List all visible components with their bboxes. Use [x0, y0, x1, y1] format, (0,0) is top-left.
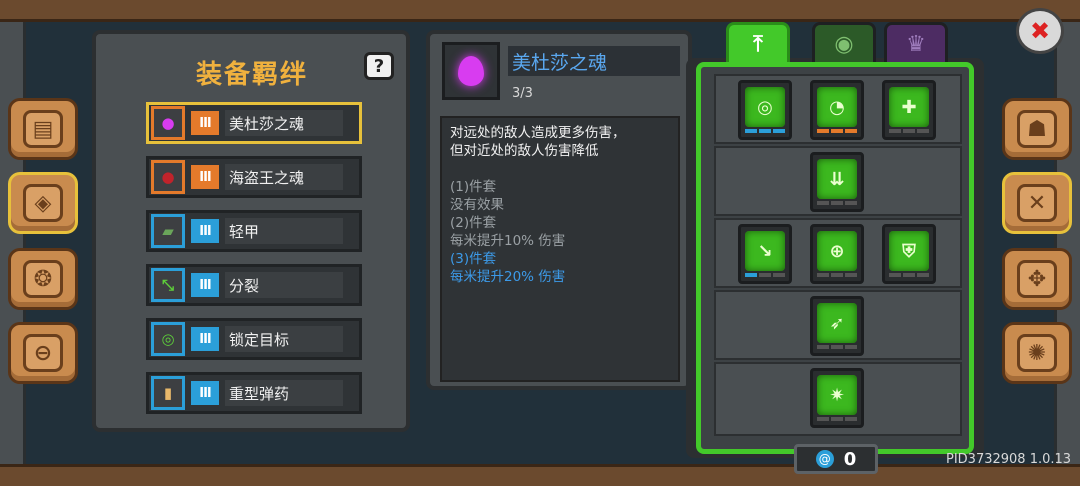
bond-description: 对远处的敌人造成更多伤害， 但对近处的敌人伤害降低 (1)件套 没有效果 (2)…: [440, 116, 680, 382]
tier-label: (1)件套: [450, 179, 497, 195]
tab-parts[interactable]: ❂: [8, 248, 78, 310]
heavy-ammo-icon: ▮: [151, 376, 185, 410]
ring-target-icon: ◎: [745, 87, 785, 127]
bond-label: 轻甲: [225, 218, 343, 244]
tab-compass[interactable]: ✥: [1002, 248, 1072, 310]
helmet-icon: ☗: [1017, 110, 1057, 148]
skill-node[interactable]: ✷: [810, 368, 864, 428]
bond-item[interactable]: ▰ III 轻甲: [146, 210, 362, 252]
skill-node[interactable]: ➶: [810, 296, 864, 356]
bond-label: 海盗王之魂: [225, 164, 343, 190]
compass-icon: ✥: [1017, 260, 1057, 298]
version-label: PID3732908 1.0.13: [946, 452, 1072, 467]
skill-node[interactable]: ◔: [810, 80, 864, 140]
desc-line: 对远处的敌人造成更多伤害，: [450, 125, 626, 141]
bond-label: 美杜莎之魂: [225, 110, 343, 136]
tier-effect: 没有效果: [450, 197, 504, 213]
bond-tier-bars: III: [191, 111, 219, 135]
radar-sweep-icon: ◔: [817, 87, 857, 127]
gear-star-icon: ✷: [817, 375, 857, 415]
tab-eye[interactable]: ◉: [812, 22, 876, 66]
tab-weapons[interactable]: ✕: [1002, 172, 1072, 234]
split-arrows-icon: ⤡: [151, 268, 185, 302]
bond-tier-bars: III: [191, 219, 219, 243]
skill-node[interactable]: ⛨: [882, 224, 936, 284]
soul-flame-icon: [442, 42, 500, 100]
bond-label: 重型弹药: [225, 380, 343, 406]
turret-aim-icon: ⊕: [817, 231, 857, 271]
bond-item[interactable]: ⤡ III 分裂: [146, 264, 362, 306]
skill-node[interactable]: ✚: [882, 80, 936, 140]
gem-count: 0: [843, 448, 857, 470]
bond-name: 美杜莎之魂: [508, 46, 680, 76]
plus-heal-icon: ✚: [889, 87, 929, 127]
ground-burst-icon: ⇊: [817, 159, 857, 199]
pirate-soul-icon: ●: [151, 160, 185, 194]
light-armor-icon: ▰: [151, 214, 185, 248]
top-frame: [0, 0, 1080, 22]
tab-helmet[interactable]: ☗: [1002, 98, 1072, 160]
bond-tier-bars: III: [191, 327, 219, 351]
steering-icon: ⊖: [23, 334, 63, 372]
tab-bow[interactable]: ⤒: [726, 22, 790, 66]
tier-effect: 每米提升20% 伤害: [450, 269, 566, 285]
bond-label: 分裂: [225, 272, 343, 298]
swords-icon: ✕: [1017, 184, 1057, 222]
crown-icon: ♛: [906, 31, 926, 57]
book-icon: ▤: [23, 110, 63, 148]
bonds-title: 装备羁绊: [196, 60, 309, 90]
skill-node[interactable]: ⇊: [810, 152, 864, 212]
bonds-panel: 装备羁绊 ? ● III 美杜莎之魂 ● III 海盗王之魂 ▰ III 轻甲 …: [92, 30, 410, 432]
crosshair-icon: ◎: [151, 322, 185, 356]
gem-counter: @ 0: [794, 444, 878, 474]
gear-icon: ✺: [1017, 334, 1057, 372]
tab-vehicle[interactable]: ⊖: [8, 322, 78, 384]
desc-line: 但对近处的敌人伤害降低: [450, 143, 599, 159]
tier-label: (3)件套: [450, 251, 497, 267]
skill-node[interactable]: ⊕: [810, 224, 864, 284]
skill-node[interactable]: ◎: [738, 80, 792, 140]
eye-icon: ◉: [834, 31, 854, 57]
bond-item[interactable]: ◎ III 锁定目标: [146, 318, 362, 360]
tab-crown[interactable]: ♛: [884, 22, 948, 66]
close-icon: ✖: [1029, 17, 1051, 45]
map-scroll-icon: ◈: [23, 184, 63, 222]
bond-tier-bars: III: [191, 273, 219, 297]
tab-map[interactable]: ◈: [8, 172, 78, 234]
cog-cluster-icon: ❂: [23, 260, 63, 298]
tab-settings[interactable]: ✺: [1002, 322, 1072, 384]
right-frame: [1054, 0, 1080, 486]
bond-item[interactable]: ● III 海盗王之魂: [146, 156, 362, 198]
skill-node[interactable]: ↘: [738, 224, 792, 284]
bond-progress: 3/3: [512, 86, 533, 101]
bow-icon: ⤒: [753, 31, 763, 57]
bond-tier-bars: III: [191, 381, 219, 405]
gem-icon: @: [815, 450, 834, 468]
tier-effect: 每米提升10% 伤害: [450, 233, 566, 249]
bond-item[interactable]: ▮ III 重型弹药: [146, 372, 362, 414]
help-button[interactable]: ?: [364, 52, 394, 80]
bond-tier-bars: III: [191, 165, 219, 189]
bond-item[interactable]: ● III 美杜莎之魂: [146, 102, 362, 144]
shield-icon: ⛨: [889, 231, 929, 271]
left-frame: [0, 0, 26, 486]
bottom-frame: [0, 464, 1080, 486]
vortex-arrow-icon: ↘: [745, 231, 785, 271]
bond-detail-panel: 美杜莎之魂 3/3 对远处的敌人造成更多伤害， 但对近处的敌人伤害降低 (1)件…: [426, 30, 692, 390]
tab-book[interactable]: ▤: [8, 98, 78, 160]
piercing-shot-icon: ➶: [817, 303, 857, 343]
close-button[interactable]: ✖: [1016, 8, 1064, 54]
soul-flame-icon: ●: [151, 106, 185, 140]
bond-label: 锁定目标: [225, 326, 343, 352]
tier-label: (2)件套: [450, 215, 497, 231]
